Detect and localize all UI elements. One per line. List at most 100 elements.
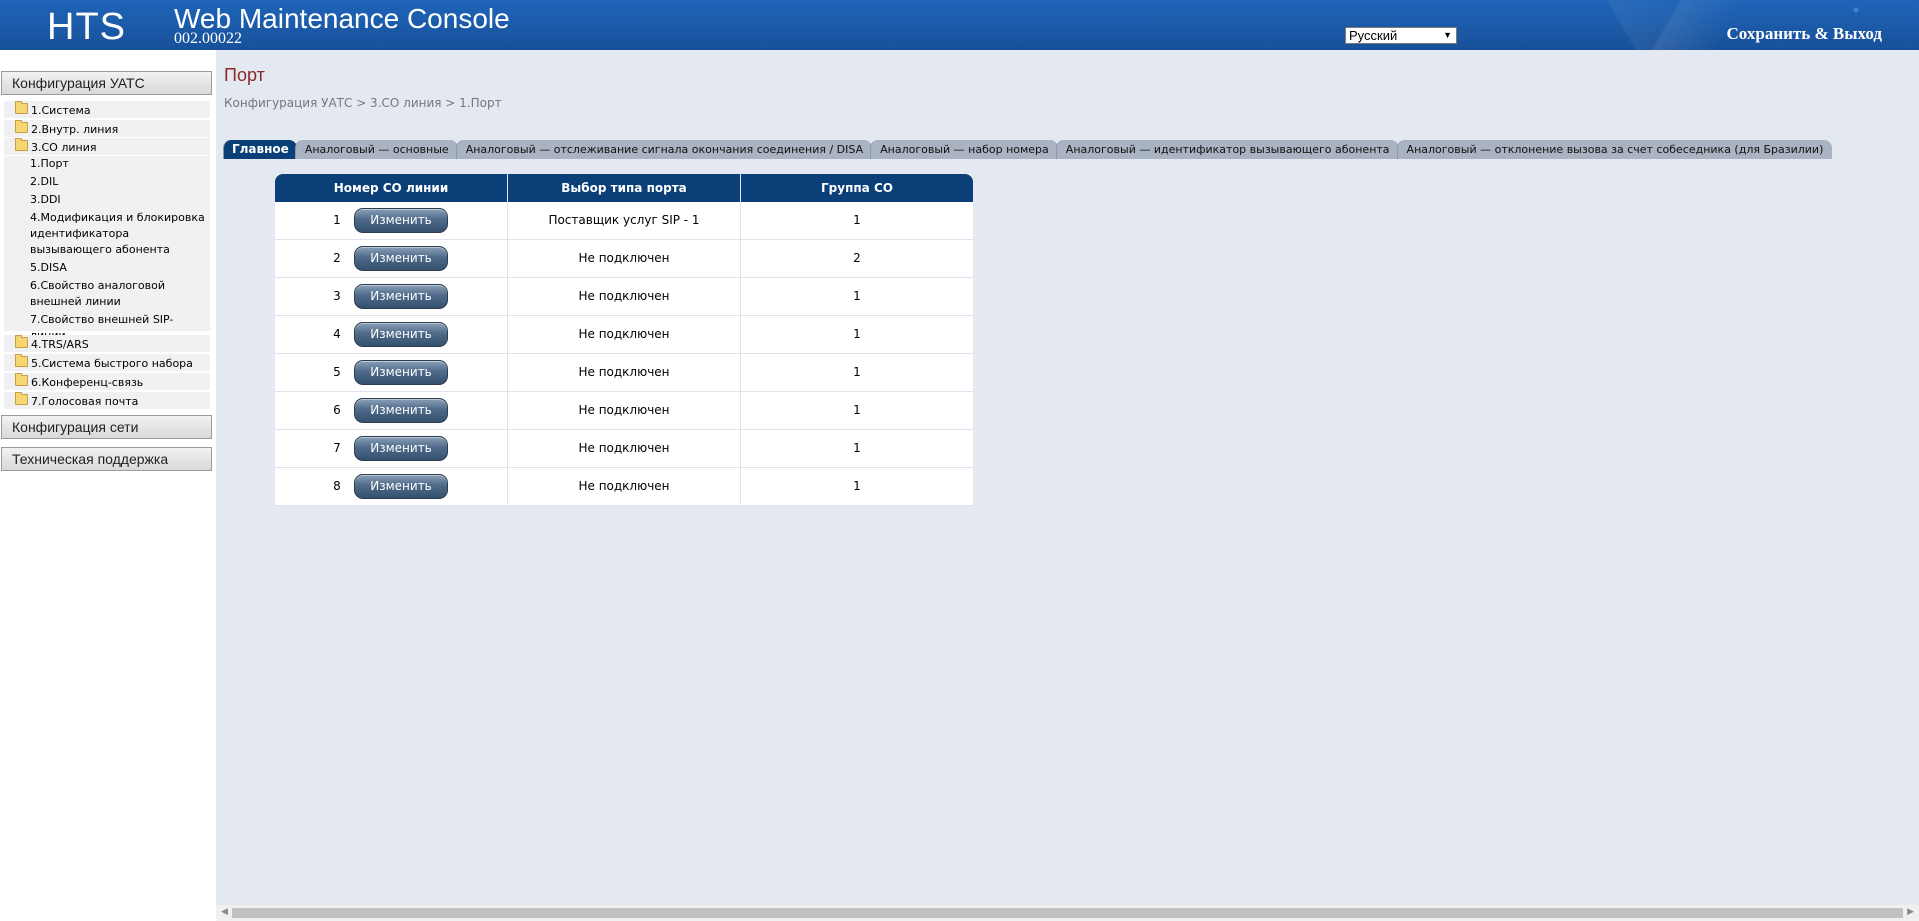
scrollbar-thumb[interactable]: [232, 908, 1903, 918]
breadcrumb: Конфигурация УАТС > 3.CO линия > 1.Порт: [224, 96, 502, 110]
dropdown-arrow-icon: ▼: [1443, 30, 1452, 40]
tab-bar: Главное Аналоговый — основные Аналоговый…: [223, 140, 1833, 159]
version-label: 002.00022: [174, 30, 242, 47]
submenu-ddi[interactable]: 3.DDI: [30, 192, 205, 208]
tree-item-label: 6.Конференц-связь: [31, 376, 144, 389]
table-row: 6 Изменить Не подключен 1: [275, 392, 973, 430]
menu-tech-support[interactable]: Техническая поддержка: [1, 447, 212, 471]
table-row: 7 Изменить Не подключен 1: [275, 430, 973, 468]
cell-co-group: 1: [853, 289, 861, 303]
tree-item-extension[interactable]: 2.Внутр. линия: [4, 120, 210, 137]
table-row: 4 Изменить Не подключен 1: [275, 316, 973, 354]
tree-item-label: 5.Система быстрого набора: [31, 357, 193, 370]
column-header-co-number: Номер CO линии: [275, 174, 508, 202]
port-table: Номер CO линии Выбор типа порта Группа C…: [275, 174, 973, 506]
folder-icon: [15, 392, 28, 405]
cell-co-number: 5 Изменить: [275, 354, 508, 391]
save-exit-link[interactable]: Сохранить & Выход: [1727, 24, 1882, 44]
cell-co-group: 1: [853, 403, 861, 417]
row-number: 6: [333, 403, 341, 417]
row-number: 8: [333, 479, 341, 493]
cell-co-group: 1: [853, 365, 861, 379]
scroll-right-icon[interactable]: ▶: [1907, 907, 1914, 917]
language-select[interactable]: Русский ▼: [1345, 27, 1457, 44]
cell-port-type: Поставщик услуг SIP - 1: [508, 202, 741, 239]
cell-co-number: 6 Изменить: [275, 392, 508, 429]
horizontal-scrollbar[interactable]: ◀ ▶: [216, 905, 1919, 921]
folder-icon: [15, 335, 28, 348]
folder-open-icon: [15, 138, 28, 151]
folder-icon: [15, 354, 28, 367]
tree-item-label: 2.Внутр. линия: [31, 123, 119, 136]
tree-item-trs-ars[interactable]: 4.TRS/ARS: [4, 335, 210, 352]
edit-button[interactable]: Изменить: [354, 208, 448, 233]
tab-analog-disconnect-disa[interactable]: Аналоговый — отслеживание сигнала оконча…: [455, 140, 873, 159]
cell-co-number: 4 Изменить: [275, 316, 508, 353]
tree-item-voicemail[interactable]: 7.Голосовая почта: [4, 392, 210, 409]
cell-co-number: 8 Изменить: [275, 468, 508, 505]
column-header-co-group: Группа CO: [741, 174, 973, 202]
sidebar: Конфигурация УАТС 1.Система 2.Внутр. лин…: [0, 50, 216, 921]
row-number: 5: [333, 365, 341, 379]
row-number: 4: [333, 327, 341, 341]
cell-co-number: 3 Изменить: [275, 278, 508, 315]
table-row: 3 Изменить Не подключен 1: [275, 278, 973, 316]
row-number: 1: [333, 213, 341, 227]
main-content: Порт Конфигурация УАТС > 3.CO линия > 1.…: [216, 50, 1919, 905]
edit-button[interactable]: Изменить: [354, 474, 448, 499]
menu-network-config[interactable]: Конфигурация сети: [1, 415, 212, 439]
submenu-analog-property[interactable]: 6.Свойство аналоговой внешней линии: [30, 278, 205, 310]
tree-item-system[interactable]: 1.Система: [4, 101, 210, 118]
submenu-port[interactable]: 1.Порт: [30, 156, 205, 172]
edit-button[interactable]: Изменить: [354, 322, 448, 347]
scroll-left-icon[interactable]: ◀: [221, 907, 228, 917]
table-row: 8 Изменить Не подключен 1: [275, 468, 973, 506]
tab-analog-dialing[interactable]: Аналоговый — набор номера: [870, 140, 1058, 159]
submenu-disa[interactable]: 5.DISA: [30, 260, 205, 276]
cell-port-type: Не подключен: [508, 468, 741, 505]
cell-co-group: 1: [853, 441, 861, 455]
cell-port-type: Не подключен: [508, 316, 741, 353]
tab-analog-reversal-brazil[interactable]: Аналоговый — отклонение вызова за счет с…: [1396, 140, 1833, 159]
edit-button[interactable]: Изменить: [354, 360, 448, 385]
tab-analog-basic[interactable]: Аналоговый — основные: [294, 140, 458, 159]
edit-button[interactable]: Изменить: [354, 246, 448, 271]
tree-item-label: 7.Голосовая почта: [31, 395, 139, 408]
cell-port-type: Не подключен: [508, 278, 741, 315]
table-row: 2 Изменить Не подключен 2: [275, 240, 973, 278]
edit-button[interactable]: Изменить: [354, 436, 448, 461]
cell-co-group: 1: [853, 327, 861, 341]
submenu-cli-modification[interactable]: 4.Модификация и блокировка идентификатор…: [30, 210, 205, 258]
tree-item-co-line[interactable]: 3.CO линия: [4, 138, 210, 155]
cell-co-group: 1: [853, 213, 861, 227]
tree-item-speed-dial[interactable]: 5.Система быстрого набора: [4, 354, 210, 371]
language-value: Русский: [1349, 28, 1398, 43]
cell-port-type: Не подключен: [508, 430, 741, 467]
tab-analog-caller-id[interactable]: Аналоговый — идентификатор вызывающего а…: [1055, 140, 1399, 159]
tree-item-label: 4.TRS/ARS: [31, 338, 89, 351]
folder-icon: [15, 373, 28, 386]
column-header-port-type: Выбор типа порта: [508, 174, 741, 202]
table-row: 5 Изменить Не подключен 1: [275, 354, 973, 392]
co-line-submenu: 1.Порт 2.DIL 3.DDI 4.Модификация и блоки…: [4, 156, 210, 342]
hts-logo: HTS: [47, 6, 126, 48]
row-number: 7: [333, 441, 341, 455]
menu-pbx-config[interactable]: Конфигурация УАТС: [1, 71, 212, 95]
edit-button[interactable]: Изменить: [354, 284, 448, 309]
cell-co-group: 2: [853, 251, 861, 265]
row-number: 3: [333, 289, 341, 303]
edit-button[interactable]: Изменить: [354, 398, 448, 423]
table-row: 1 Изменить Поставщик услуг SIP - 1 1: [275, 202, 973, 240]
submenu-dil[interactable]: 2.DIL: [30, 174, 205, 190]
cell-co-number: 7 Изменить: [275, 430, 508, 467]
top-banner: HTS Web Maintenance Console 002.00022 Ру…: [0, 0, 1919, 50]
folder-icon: [15, 120, 28, 133]
tree-item-label: 3.CO линия: [31, 141, 97, 154]
tree-item-label: 1.Система: [31, 104, 91, 117]
page-title: Порт: [224, 65, 265, 85]
tree-item-conference[interactable]: 6.Конференц-связь: [4, 373, 210, 390]
cell-co-number: 2 Изменить: [275, 240, 508, 277]
cell-co-group: 1: [853, 479, 861, 493]
tab-main[interactable]: Главное: [223, 140, 297, 159]
table-header: Номер CO линии Выбор типа порта Группа C…: [275, 174, 973, 202]
